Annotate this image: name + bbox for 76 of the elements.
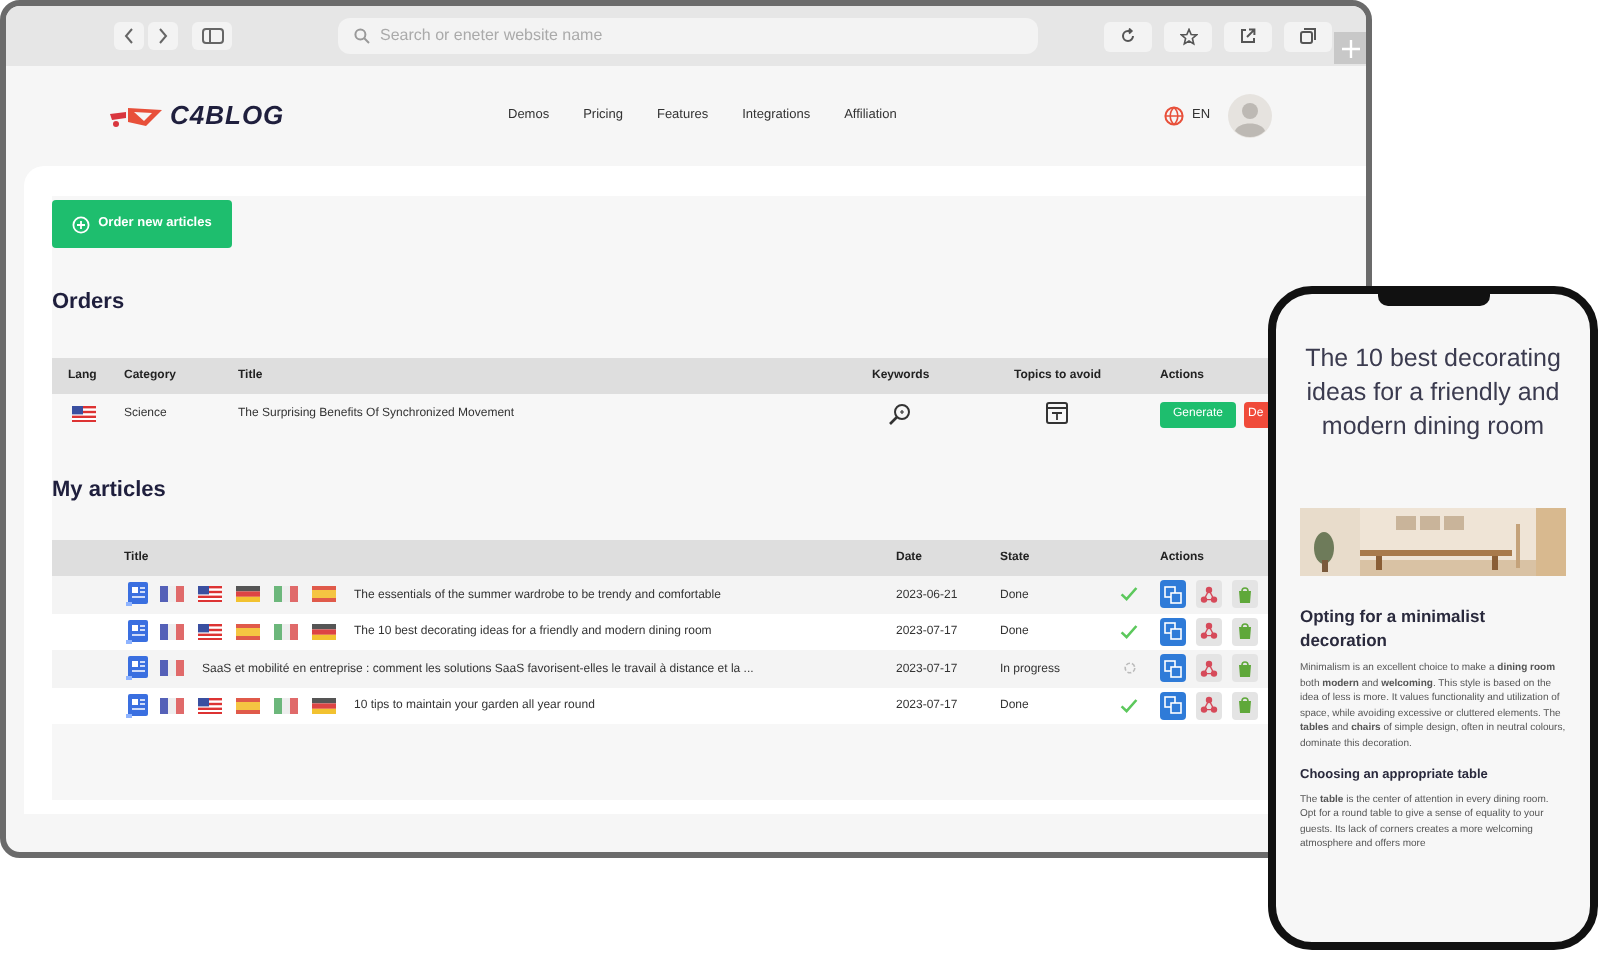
section-heading: My articles [52, 475, 168, 505]
plus-icon [1341, 39, 1359, 57]
check-icon [1120, 697, 1138, 713]
article-icon[interactable] [126, 619, 148, 643]
nodes-icon [1200, 659, 1218, 677]
flag-icon[interactable] [236, 623, 260, 639]
sidebar-button[interactable] [192, 22, 232, 50]
forward-icon [158, 28, 168, 44]
flag-icon[interactable] [160, 623, 184, 639]
shopping-bag-icon [1238, 659, 1252, 677]
back-icon [124, 28, 134, 44]
article-heading: Opting for a minimalist decoration [1300, 604, 1488, 652]
tabs-button[interactable] [1284, 21, 1332, 51]
reload-icon [1120, 28, 1136, 44]
back-button[interactable] [114, 22, 144, 50]
nodes-icon [1200, 696, 1218, 714]
translate-icon [1164, 696, 1182, 714]
integration-button[interactable] [1196, 617, 1222, 645]
tabs-icon [1300, 28, 1316, 44]
translate-icon [1164, 585, 1182, 603]
translate-button[interactable] [1160, 691, 1186, 719]
spinner-icon [1124, 662, 1136, 674]
integration-button[interactable] [1196, 580, 1222, 608]
share-button[interactable] [1224, 21, 1272, 51]
key-search-icon[interactable] [888, 401, 912, 425]
flag-icon[interactable] [236, 697, 260, 713]
article-icon[interactable] [126, 693, 148, 717]
flag-icon[interactable] [72, 405, 96, 421]
flag-icon[interactable] [312, 623, 336, 639]
integration-button[interactable] [1196, 691, 1222, 719]
globe-icon [1164, 106, 1184, 126]
reload-button[interactable] [1104, 21, 1152, 51]
document-icon[interactable] [1046, 401, 1068, 423]
flag-icon[interactable] [198, 697, 222, 713]
star-icon [1179, 27, 1197, 45]
translate-icon [1164, 659, 1182, 677]
flag-icon[interactable] [236, 586, 260, 602]
nodes-icon [1200, 622, 1218, 640]
article-icon[interactable] [126, 582, 148, 606]
article-title: The 10 best decorating ideas for a friendly and modern dining room [1303, 342, 1563, 444]
shop-button[interactable] [1232, 654, 1258, 682]
flag-icon[interactable] [198, 623, 222, 639]
shop-button[interactable] [1232, 580, 1258, 608]
translate-button[interactable] [1160, 654, 1186, 682]
flag-icon[interactable] [312, 697, 336, 713]
article-icon[interactable] [126, 656, 148, 680]
logo-text: C4BLOG [170, 98, 285, 135]
flag-icon[interactable] [160, 586, 184, 602]
flag-icon[interactable] [274, 697, 298, 713]
bookmark-button[interactable] [1164, 21, 1212, 51]
shop-button[interactable] [1232, 617, 1258, 645]
forward-button[interactable] [148, 22, 178, 50]
share-icon [1240, 28, 1256, 44]
phone-notch [1378, 294, 1490, 306]
search-icon [354, 28, 370, 44]
section-heading: Orders [52, 288, 127, 318]
check-icon [1120, 586, 1138, 602]
check-icon [1120, 623, 1138, 639]
flag-icon[interactable] [274, 623, 298, 639]
shop-button[interactable] [1232, 691, 1258, 719]
translate-button[interactable] [1160, 580, 1186, 608]
shopping-bag-icon [1238, 622, 1252, 640]
address-field[interactable]: Search or eneter website name [338, 18, 1038, 54]
flag-icon[interactable] [160, 660, 184, 676]
rocket-pen-icon [108, 104, 164, 128]
flag-icon[interactable] [198, 586, 222, 602]
sidebar-icon [201, 28, 223, 44]
translate-button[interactable] [1160, 617, 1186, 645]
plus-circle-icon [72, 215, 91, 233]
shopping-bag-icon [1238, 696, 1252, 714]
integration-button[interactable] [1196, 654, 1222, 682]
translate-icon [1164, 622, 1182, 640]
shopping-bag-icon [1238, 585, 1252, 603]
nodes-icon [1200, 585, 1218, 603]
flag-icon[interactable] [160, 697, 184, 713]
address-input[interactable]: Search or eneter website name [380, 24, 980, 48]
